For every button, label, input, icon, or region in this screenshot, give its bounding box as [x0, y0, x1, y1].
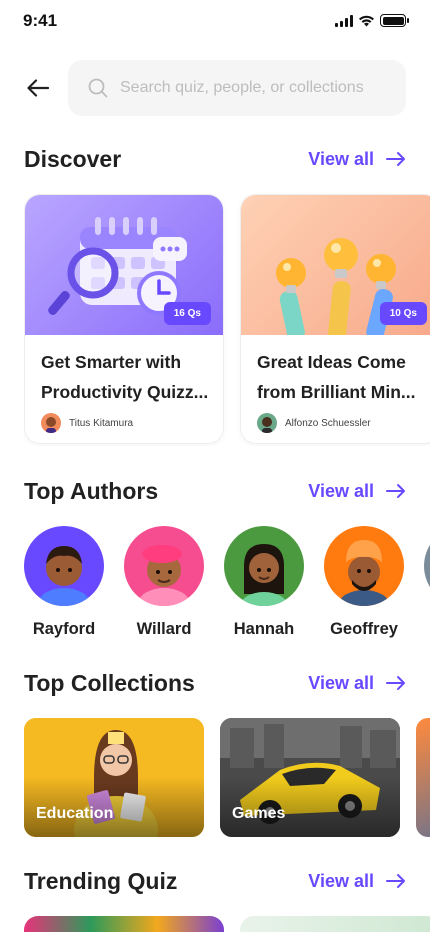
quiz-card[interactable]: 16 Qs Get Smarter with Productivity Quiz…	[24, 194, 224, 444]
status-icons	[335, 14, 409, 27]
author-item[interactable]: Rayford	[24, 526, 104, 639]
view-all-label: View all	[308, 148, 374, 169]
author-name: Hannah	[233, 620, 295, 638]
avatar	[124, 526, 204, 606]
top-collections-header: Top Collections View all	[24, 667, 406, 699]
collection-label: Education	[36, 805, 114, 822]
search-icon	[88, 78, 108, 98]
trending-quiz-card[interactable]	[240, 916, 430, 932]
search-bar[interactable]	[68, 60, 406, 116]
top-authors-title: Top Authors	[24, 477, 159, 504]
author-name: Geoffrey	[330, 620, 398, 638]
question-count-badge: 10 Qs	[379, 302, 427, 325]
collection-label: Games	[232, 805, 286, 822]
trending-carousel[interactable]	[24, 916, 430, 932]
discover-view-all-link[interactable]: View all	[308, 149, 406, 170]
view-all-label: View all	[308, 672, 374, 693]
trending-quiz-card[interactable]	[24, 916, 224, 932]
author-item[interactable]	[424, 526, 430, 606]
battery-icon	[380, 14, 409, 27]
quiz-author: Alfonzo Schuessler	[257, 413, 371, 433]
collections-carousel[interactable]: Education Games	[24, 718, 430, 838]
calendar-magnifier-illustration: 16 Qs	[25, 195, 223, 335]
top-authors-header: Top Authors View all	[24, 475, 406, 507]
top-authors-view-all-link[interactable]: View all	[308, 481, 406, 502]
arrow-right-icon	[386, 874, 405, 888]
trending-view-all-link[interactable]: View all	[308, 871, 406, 892]
view-all-label: View all	[308, 480, 374, 501]
avatar	[24, 526, 104, 606]
author-item[interactable]: Hannah	[224, 526, 304, 639]
view-all-label: View all	[308, 870, 374, 891]
arrow-right-icon	[386, 676, 405, 690]
authors-carousel[interactable]: Rayford Willard Hannah Geoffrey	[24, 526, 430, 646]
author-name: Willard	[136, 620, 192, 638]
quiz-title: Get Smarter with Productivity Quizz...	[41, 352, 209, 402]
arrow-left-icon	[27, 79, 49, 97]
question-count-badge: 16 Qs	[163, 302, 211, 325]
arrow-right-icon	[386, 484, 405, 498]
arrow-right-icon	[386, 152, 405, 166]
author-name: Titus Kitamura	[69, 417, 134, 429]
author-name: Alfonzo Schuessler	[285, 417, 371, 429]
author-item[interactable]: Willard	[124, 526, 204, 639]
collection-card[interactable]	[416, 718, 430, 837]
collection-card[interactable]: Games	[220, 718, 400, 837]
collection-card[interactable]: Education	[24, 718, 204, 837]
hands-holding-lightbulbs-illustration: 10 Qs	[241, 195, 430, 335]
quiz-card[interactable]: 10 Qs Great Ideas Come from Brilliant Mi…	[240, 194, 430, 444]
top-collections-view-all-link[interactable]: View all	[308, 673, 406, 694]
status-time: 9:41	[23, 11, 58, 30]
avatar	[424, 526, 430, 606]
search-input[interactable]	[120, 79, 380, 97]
back-button[interactable]	[24, 76, 52, 100]
avatar	[324, 526, 404, 606]
trending-quiz-header: Trending Quiz View all	[24, 865, 406, 897]
top-collections-title: Top Collections	[24, 669, 195, 696]
author-name: Rayford	[32, 620, 96, 638]
author-item[interactable]: Geoffrey	[324, 526, 404, 639]
status-bar: 9:41	[0, 0, 430, 44]
discover-header: Discover View all	[24, 143, 406, 175]
quiz-author: Titus Kitamura	[41, 413, 133, 433]
trending-quiz-title: Trending Quiz	[24, 867, 178, 894]
avatar	[224, 526, 304, 606]
cellular-signal-icon	[335, 14, 353, 27]
avatar	[257, 413, 277, 433]
quiz-title: Great Ideas Come from Brilliant Min...	[257, 352, 416, 402]
wifi-icon	[359, 15, 374, 26]
discover-carousel[interactable]: 16 Qs Get Smarter with Productivity Quiz…	[24, 194, 430, 446]
discover-title: Discover	[24, 145, 122, 172]
avatar	[41, 413, 61, 433]
